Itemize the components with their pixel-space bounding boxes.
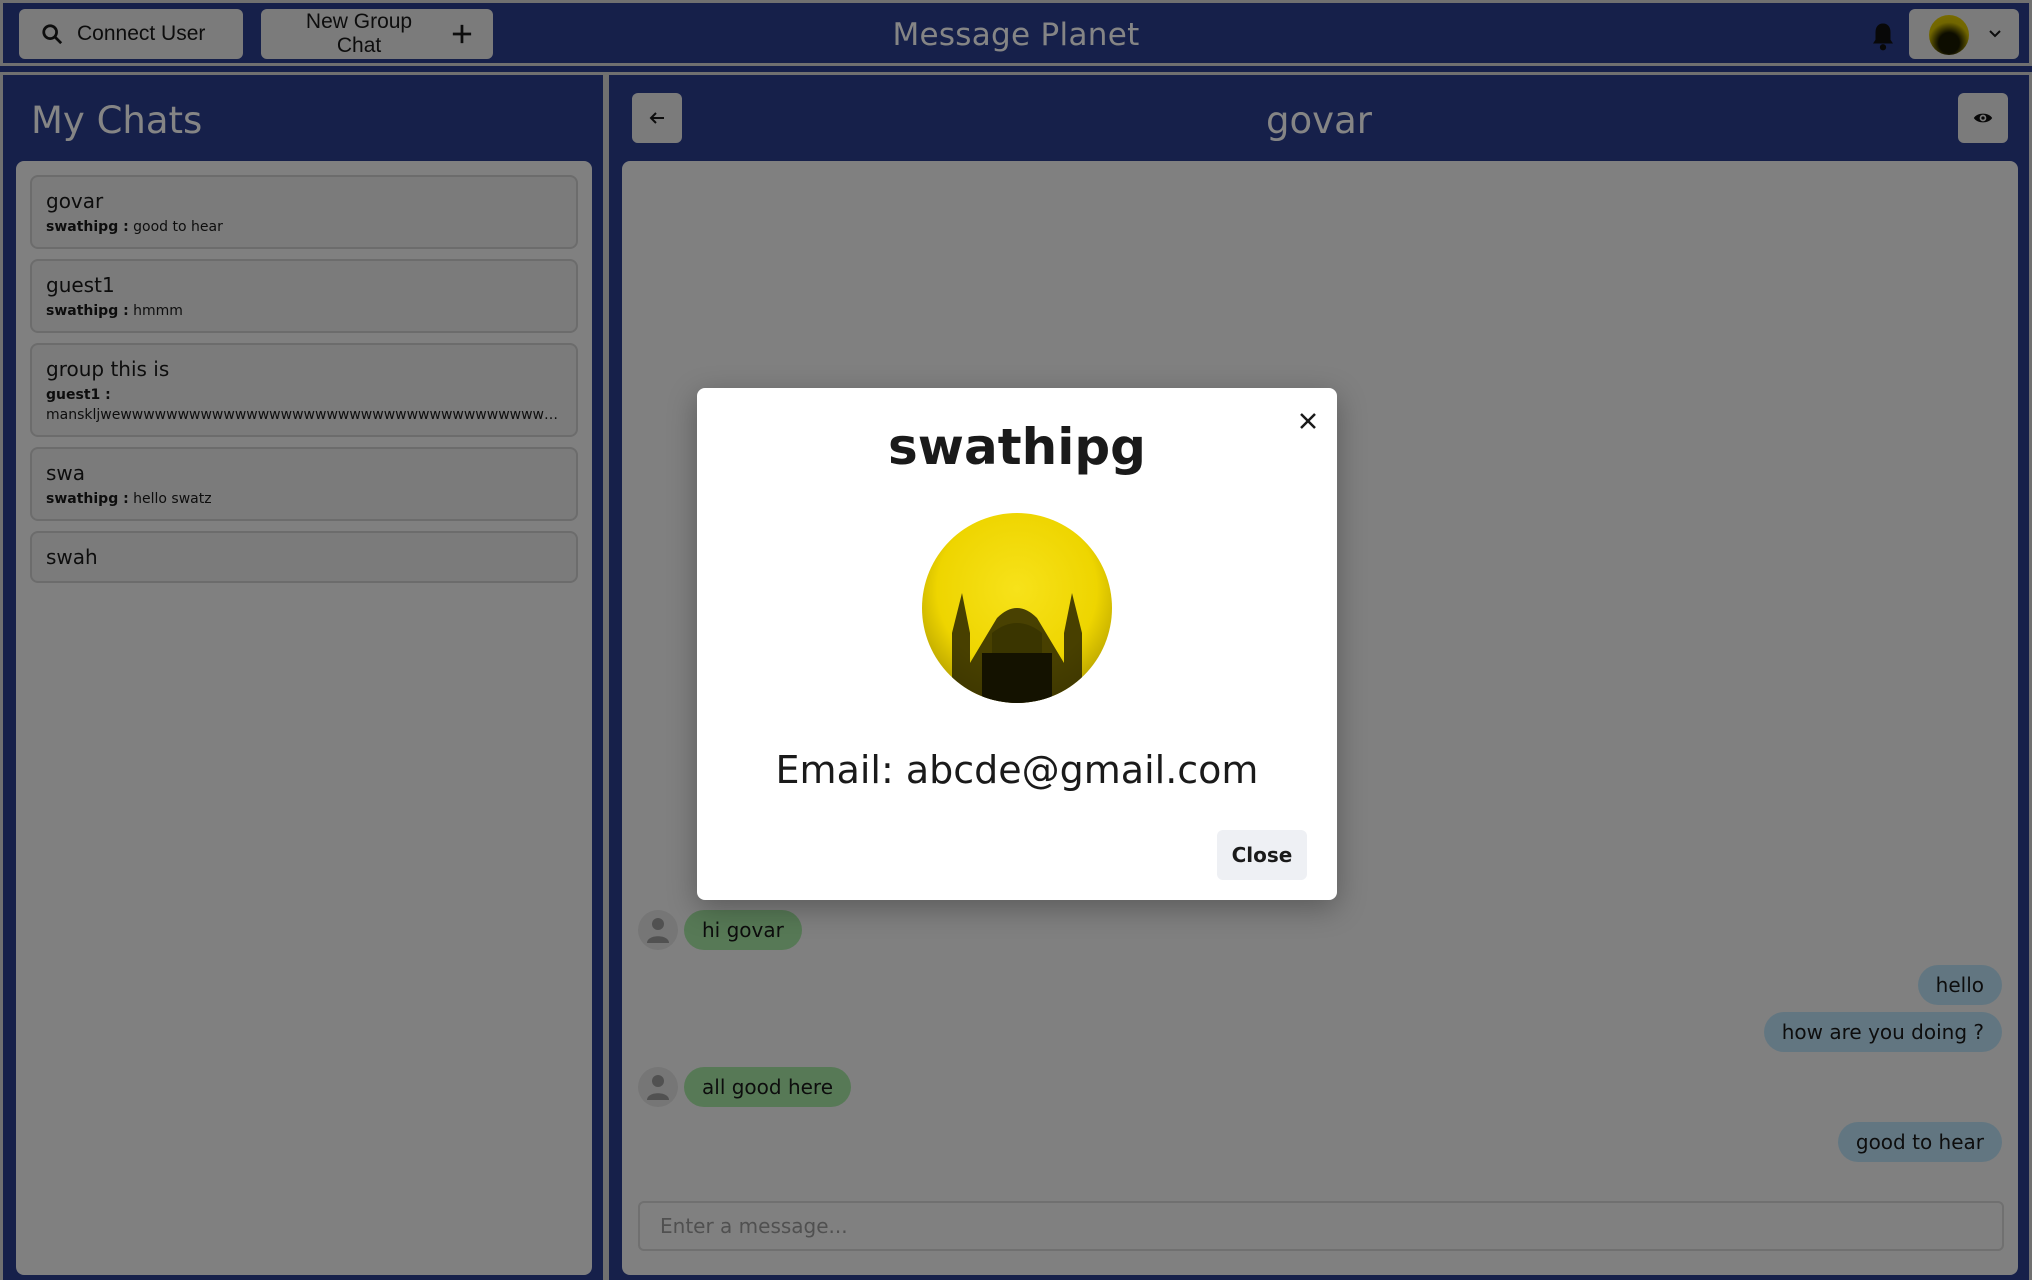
app-root: Connect User New Group Chat Message Plan… [0, 0, 2032, 1280]
close-button[interactable]: Close [1217, 830, 1307, 880]
profile-modal: swathipg Email: abcde@gmail.com Close [697, 388, 1337, 900]
profile-avatar [922, 513, 1112, 703]
close-icon[interactable] [1293, 406, 1323, 436]
modal-title: swathipg [888, 418, 1146, 476]
profile-email: Email: abcde@gmail.com [775, 748, 1259, 792]
